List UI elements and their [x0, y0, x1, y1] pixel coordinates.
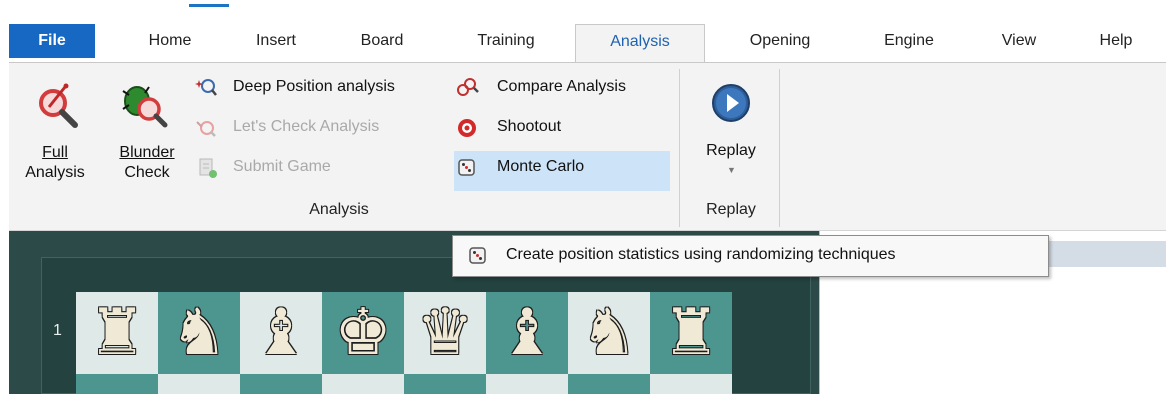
full-analysis-line1: Full [42, 144, 68, 161]
chess-piece[interactable]: ♜ [650, 292, 732, 374]
chess-piece[interactable]: ♞ [158, 292, 240, 374]
board-square[interactable]: ♝ [240, 292, 322, 374]
chess-piece[interactable]: ♞ [568, 292, 650, 374]
tab-analysis[interactable]: Analysis [575, 24, 705, 62]
board-square[interactable]: ♜ [650, 292, 732, 374]
lets-check-analysis-label: Let's Check Analysis [233, 118, 380, 135]
bug-magnifier-icon [122, 86, 168, 128]
board-square[interactable] [404, 374, 486, 394]
submit-game-label: Submit Game [233, 158, 331, 175]
lets-check-icon [196, 121, 216, 137]
blunder-check-label: Blunder Check [105, 143, 189, 183]
board-square[interactable]: ♛ [404, 292, 486, 374]
target-icon [458, 119, 476, 137]
quick-access-indicator [189, 4, 229, 7]
replay-button[interactable]: Replay ▼ [689, 73, 773, 183]
board-square[interactable]: ♞ [568, 292, 650, 374]
lets-check-analysis-button[interactable]: Let's Check Analysis [195, 115, 445, 143]
rank-label: 1 [53, 322, 62, 339]
left-gutter [0, 0, 9, 394]
board-square[interactable]: ♚ [322, 292, 404, 374]
full-analysis-label: Full Analysis [9, 143, 101, 183]
analysis-group-label: Analysis [309, 201, 369, 218]
magnifier-pen-icon [39, 83, 78, 128]
play-icon [712, 84, 750, 122]
chess-piece[interactable]: ♚ [322, 292, 404, 374]
tab-opening[interactable]: Opening [721, 24, 839, 58]
tab-help[interactable]: Help [1081, 24, 1151, 58]
submit-document-icon [199, 158, 217, 178]
tab-file[interactable]: File [9, 24, 95, 58]
monte-carlo-label: Monte Carlo [497, 158, 585, 175]
blunder-check-line1: Blunder [119, 144, 175, 161]
board-square[interactable]: ♜ [76, 292, 158, 374]
group-separator [679, 69, 680, 227]
board-square[interactable] [486, 374, 568, 394]
submit-game-button[interactable]: Submit Game [195, 155, 445, 183]
sparkle-magnifier-icon [195, 79, 217, 96]
ribbon-analysis-panel: Full Analysis Blunder Check Deep Positio… [9, 62, 1166, 231]
full-analysis-button[interactable]: Full Analysis [23, 73, 87, 191]
group-separator-2 [779, 69, 780, 227]
tab-insert[interactable]: Insert [231, 24, 321, 58]
monte-carlo-button[interactable]: Monte Carlo [455, 155, 671, 183]
board-square[interactable]: ♝ [486, 292, 568, 374]
deep-position-analysis-button[interactable]: Deep Position analysis [195, 75, 445, 103]
tab-training[interactable]: Training [451, 24, 561, 58]
board-square[interactable] [568, 374, 650, 394]
tab-home[interactable]: Home [127, 24, 213, 58]
shootout-label: Shootout [497, 118, 562, 135]
dice-icon [469, 247, 486, 264]
board-square[interactable]: ♞ [158, 292, 240, 374]
shootout-button[interactable]: Shootout [455, 115, 675, 143]
compare-analysis-button[interactable]: Compare Analysis [455, 75, 675, 103]
board-square[interactable] [650, 374, 732, 394]
tab-view[interactable]: View [979, 24, 1059, 58]
ribbon-tab-bar: File Home Insert Board Training Analysis… [9, 0, 1166, 62]
dropdown-arrow-icon: ▼ [727, 165, 736, 175]
dice-icon [458, 159, 475, 176]
board-square[interactable] [322, 374, 404, 394]
replay-label: Replay [706, 142, 756, 159]
monte-carlo-tooltip: Create position statistics using randomi… [452, 235, 1049, 277]
blunder-check-line2: Check [124, 164, 170, 181]
deep-position-analysis-label: Deep Position analysis [233, 78, 395, 95]
chess-piece[interactable]: ♛ [404, 292, 486, 374]
chess-piece[interactable]: ♝ [486, 292, 568, 374]
chess-piece[interactable]: ♝ [240, 292, 322, 374]
board-square[interactable] [158, 374, 240, 394]
tab-engine[interactable]: Engine [859, 24, 959, 58]
tooltip-text: Create position statistics using randomi… [506, 246, 896, 263]
chess-piece[interactable]: ♜ [76, 292, 158, 374]
blunder-check-button[interactable]: Blunder Check [107, 73, 189, 191]
board-square[interactable] [76, 374, 158, 394]
tab-board[interactable]: Board [339, 24, 425, 58]
board-square[interactable] [240, 374, 322, 394]
compare-analysis-label: Compare Analysis [497, 78, 626, 95]
compare-magnifier-icon [457, 78, 479, 96]
full-analysis-line2: Analysis [25, 164, 85, 181]
replay-group-label: Replay [706, 201, 756, 218]
